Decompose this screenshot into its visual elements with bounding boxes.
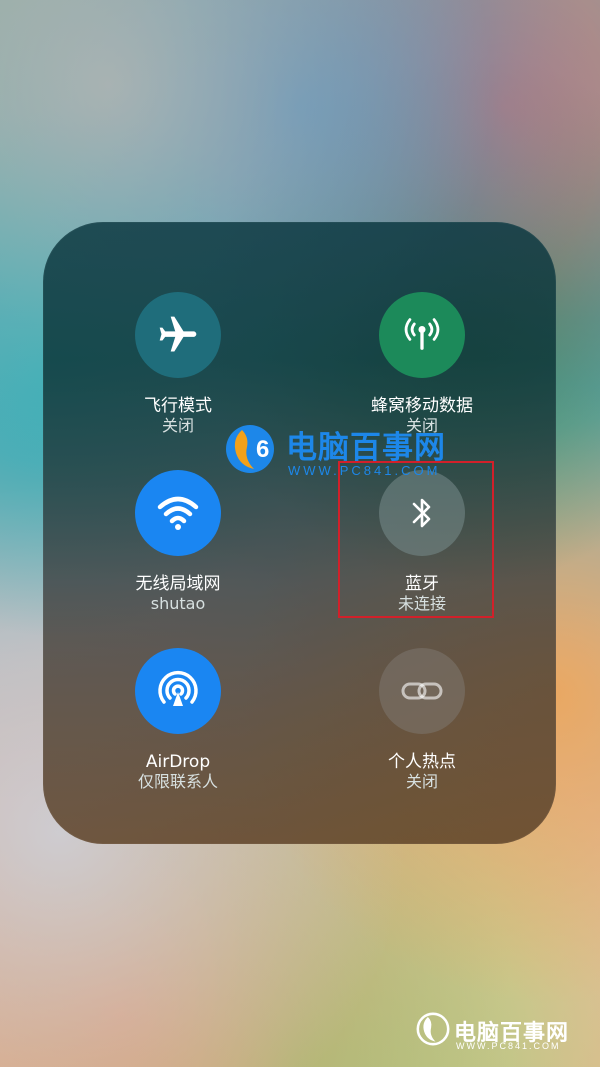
center-watermark-url: WWW.PC841.COM [288, 463, 441, 478]
svg-text:6: 6 [256, 436, 269, 463]
airplane-icon [159, 316, 197, 352]
pc841-logo-icon [416, 1012, 450, 1046]
bluetooth-highlight-box [338, 461, 494, 618]
center-watermark: 6 电脑百事网 WWW.PC841.COM [220, 419, 480, 481]
bottom-watermark: 电脑百事网 WWW.PC841.COM [414, 1010, 596, 1058]
wifi-network-name: shutao [150, 594, 206, 613]
wifi-button[interactable] [135, 470, 221, 556]
cellular-data-toggle[interactable]: 蜂窝移动数据 关闭 [332, 292, 512, 435]
wifi-icon [157, 496, 199, 530]
airplane-mode-button[interactable] [135, 292, 221, 378]
personal-hotspot-label: 个人热点 [388, 752, 456, 772]
airplane-mode-label: 飞行模式 [144, 396, 212, 416]
airdrop-toggle[interactable]: AirDrop 仅限联系人 [88, 648, 268, 791]
center-watermark-brand: 电脑百事网 [286, 430, 446, 466]
bottom-watermark-url: WWW.PC841.COM [456, 1041, 561, 1051]
airdrop-status: 仅限联系人 [137, 772, 218, 791]
pc841-logo-icon: 6 [226, 425, 274, 473]
airdrop-icon [158, 671, 198, 706]
cellular-data-label: 蜂窝移动数据 [371, 396, 473, 416]
hotspot-link-icon [401, 682, 443, 700]
personal-hotspot-button[interactable] [379, 648, 465, 734]
personal-hotspot-status: 关闭 [405, 772, 438, 791]
cellular-antenna-icon [404, 318, 440, 350]
airplane-mode-toggle[interactable]: 飞行模式 关闭 [88, 292, 268, 435]
airdrop-button[interactable] [135, 648, 221, 734]
personal-hotspot-toggle[interactable]: 个人热点 关闭 [332, 648, 512, 791]
airdrop-label: AirDrop [145, 752, 211, 772]
wifi-label: 无线局域网 [135, 574, 221, 594]
cellular-data-button[interactable] [379, 292, 465, 378]
wifi-toggle[interactable]: 无线局域网 shutao [88, 470, 268, 613]
